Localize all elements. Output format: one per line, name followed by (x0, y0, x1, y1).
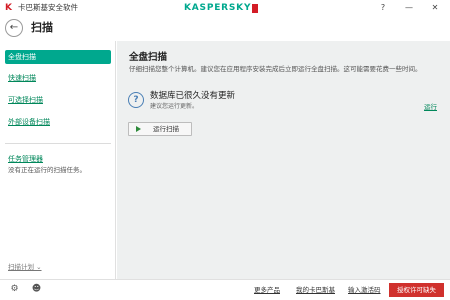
scan-title: 全盘扫描 (129, 52, 168, 63)
sidebar: 全盘扫描 快速扫描 可选择扫描 外部设备扫描 任务管理器 没有正在运行的扫描任务… (0, 41, 116, 279)
database-status-title: 数据库已很久没有更新 (150, 91, 236, 101)
task-manager-link[interactable]: 任务管理器 (8, 155, 43, 164)
support-icon[interactable]: ☻ (31, 284, 42, 295)
main-panel: 全盘扫描 仔细扫描您整个计算机。建议您在应用程序安装完成后立即运行全盘扫描。这可… (117, 41, 450, 279)
question-icon: ? (128, 92, 144, 108)
kaspersky-logo-icon: K (5, 3, 12, 13)
license-missing-button[interactable]: 授权许可缺失 (389, 283, 444, 297)
title-bar: K 卡巴斯基安全软件 KASPERSKY ? — ✕ (0, 0, 450, 17)
minimize-button[interactable]: — (402, 2, 416, 14)
more-products-link[interactable]: 更多产品 (254, 286, 280, 295)
sidebar-item-selective-scan[interactable]: 可选择扫描 (5, 93, 111, 107)
settings-icon[interactable]: ⚙ (9, 284, 20, 295)
help-button[interactable]: ? (376, 2, 390, 14)
footer-bar: ⚙ ☻ 更多产品 我的卡巴斯基 输入激活码 授权许可缺失 (0, 279, 450, 300)
play-icon (136, 126, 141, 132)
run-update-link[interactable]: 运行 (424, 103, 437, 111)
my-kaspersky-link[interactable]: 我的卡巴斯基 (296, 286, 335, 295)
run-scan-button[interactable]: 运行扫描 (128, 122, 192, 136)
back-button[interactable]: ← (5, 19, 23, 37)
database-status-subtitle: 建议您运行更新。 (150, 103, 199, 110)
scan-schedule-link[interactable]: 扫描计划 ⌄ (8, 263, 42, 272)
sidebar-divider (5, 143, 111, 144)
sidebar-item-quick-scan[interactable]: 快速扫描 (5, 71, 111, 85)
brand-logo: KASPERSKY (184, 3, 259, 14)
sidebar-item-external-device-scan[interactable]: 外部设备扫描 (5, 115, 111, 129)
sidebar-item-full-scan[interactable]: 全盘扫描 (5, 50, 111, 64)
scan-description: 仔细扫描您整个计算机。建议您在应用程序安装完成后立即运行全盘扫描。这可能需要花费… (129, 65, 422, 73)
page-title: 扫描 (31, 21, 53, 34)
run-scan-label: 运行扫描 (153, 125, 179, 133)
app-title: 卡巴斯基安全软件 (18, 3, 78, 12)
page-header: ← 扫描 (0, 17, 450, 41)
task-status-text: 没有正在运行的扫描任务。 (8, 166, 86, 174)
enter-activation-code-link[interactable]: 输入激活码 (348, 286, 381, 295)
brand-mark-icon (252, 4, 259, 13)
close-button[interactable]: ✕ (428, 2, 442, 14)
